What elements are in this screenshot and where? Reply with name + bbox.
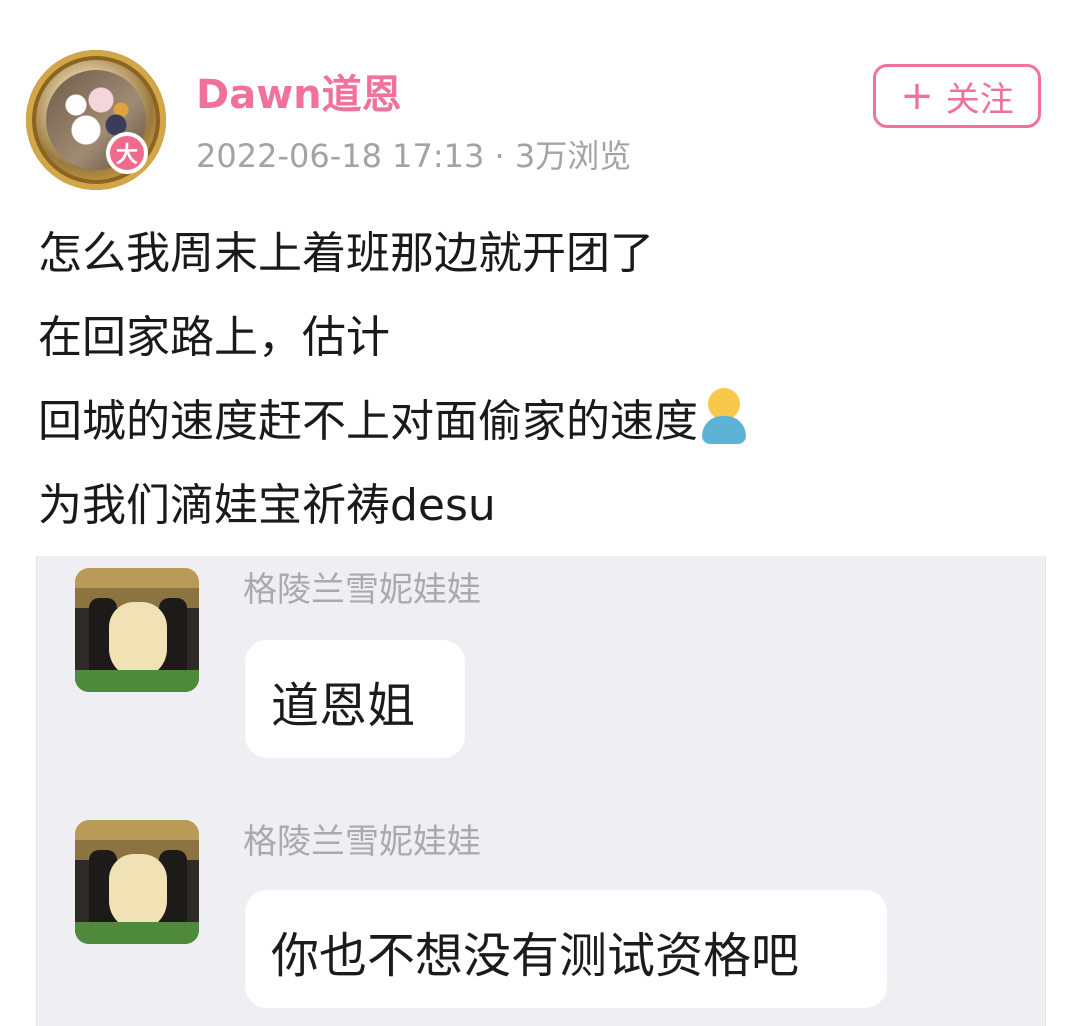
chat-bubble: 你也不想没有测试资格吧 xyxy=(245,890,887,1008)
username[interactable]: Dawn道恩 xyxy=(196,70,402,120)
post-line: 怎么我周末上着班那边就开团了 xyxy=(38,228,654,279)
post-meta: 2022-06-18 17:13 · 3万浏览 xyxy=(196,137,632,175)
user-avatar[interactable] xyxy=(26,50,166,190)
person-in-lotus-position-emoji xyxy=(698,388,750,446)
chat-sender-name: 格陵兰雪妮娃娃 xyxy=(243,822,481,862)
chat-bubble: 道恩姐 xyxy=(245,640,465,758)
chat-screenshot-image[interactable]: 格陵兰雪妮娃娃 道恩姐 格陵兰雪妮娃娃 你也不想没有测试资格吧 xyxy=(36,556,1046,1026)
chat-sender-name: 格陵兰雪妮娃娃 xyxy=(243,570,481,610)
follow-button[interactable]: + 关注 xyxy=(873,64,1041,128)
level-badge: 大 xyxy=(106,132,148,174)
plus-icon: + xyxy=(900,73,934,119)
follow-label: 关注 xyxy=(945,79,1014,120)
post-line: 在回家路上，估计 xyxy=(38,312,390,363)
chat-avatar xyxy=(75,568,199,692)
post-line: 为我们滴娃宝祈祷desu xyxy=(38,480,496,531)
post-body: 怎么我周末上着班那边就开团了 在回家路上，估计 回城的速度赶不上对面偷家的速度 … xyxy=(38,212,750,548)
post-line: 回城的速度赶不上对面偷家的速度 xyxy=(38,380,750,464)
chat-avatar xyxy=(75,820,199,944)
post-line-text: 回城的速度赶不上对面偷家的速度 xyxy=(38,396,698,447)
